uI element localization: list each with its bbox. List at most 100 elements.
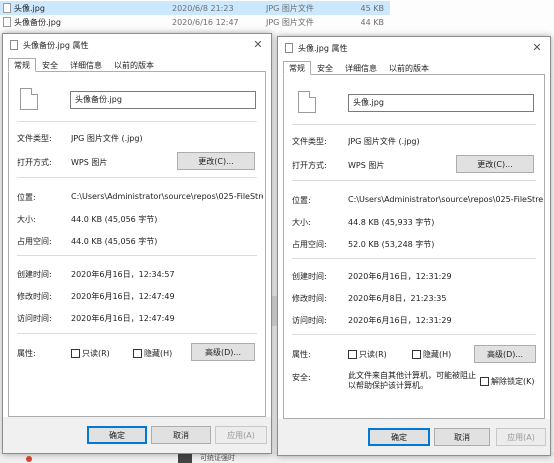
dialog-footer: 确定 取消 应用(A) <box>278 419 550 455</box>
ok-button[interactable]: 确定 <box>368 428 430 446</box>
properties-dialog-right: 头像.jpg 属性 ✕ 常规 安全 详细信息 以前的版本 头像.jpg 文件类型… <box>277 36 551 456</box>
file-size: 45 KB <box>360 3 384 13</box>
separator <box>17 333 257 334</box>
location-label: 位置: <box>292 196 311 205</box>
readonly-label: 只读(R) <box>82 349 110 358</box>
file-icon <box>10 40 18 50</box>
size-label: 大小: <box>17 215 36 224</box>
checkbox-box <box>412 350 421 359</box>
dialog-title: 头像.jpg 属性 <box>298 44 348 53</box>
hidden-label: 隐藏(H) <box>144 349 173 358</box>
file-date: 2020/6/16 12:47 <box>172 17 239 27</box>
properties-dialog-left: 头像备份.jpg 属性 ✕ 常规 安全 详细信息 以前的版本 头像备份.jpg … <box>2 33 272 454</box>
separator <box>292 334 536 335</box>
separator <box>292 180 536 181</box>
close-button[interactable]: ✕ <box>528 39 546 57</box>
unblock-checkbox[interactable]: 解除锁定(K) <box>480 376 535 387</box>
file-type-label: 文件类型: <box>292 137 327 146</box>
open-with-value: WPS 图片 <box>348 161 385 170</box>
accessed-value: 2020年6月16日，12:31:29 <box>348 316 452 325</box>
file-row[interactable]: 头像.jpg 2020/6/8 21:23 JPG 图片文件 45 KB <box>0 1 390 15</box>
security-warning-text: 此文件来自其他计算机，可能被阻止以帮助保护该计算机。 <box>348 371 476 390</box>
ok-button[interactable]: 确定 <box>87 426 147 444</box>
accessed-label: 访问时间: <box>17 314 52 323</box>
apply-button[interactable]: 应用(A) <box>496 428 546 446</box>
accessed-value: 2020年6月16日，12:47:49 <box>71 314 175 323</box>
tab-general[interactable]: 常规 <box>8 58 36 72</box>
file-name: 头像.jpg <box>14 3 45 13</box>
change-button[interactable]: 更改(C)... <box>177 152 255 170</box>
separator <box>17 121 257 122</box>
size-on-disk-value: 52.0 KB (53,248 字节) <box>348 240 435 249</box>
tab-details[interactable]: 详细信息 <box>339 61 383 75</box>
modified-value: 2020年6月8日，21:23:35 <box>348 294 447 303</box>
size-on-disk-value: 44.0 KB (45,056 字节) <box>71 237 158 246</box>
readonly-label: 只读(R) <box>359 350 387 359</box>
file-type: JPG 图片文件 <box>266 3 314 13</box>
file-type-label: 文件类型: <box>17 134 52 143</box>
hidden-label: 隐藏(H) <box>423 350 452 359</box>
created-label: 创建时间: <box>17 270 52 279</box>
open-with-value: WPS 图片 <box>71 158 108 167</box>
dialog-footer: 确定 取消 应用(A) <box>3 417 271 453</box>
file-icon <box>285 43 293 53</box>
file-icon <box>3 3 11 13</box>
file-type-value: JPG 图片文件 (.jpg) <box>348 137 420 146</box>
attributes-label: 属性: <box>292 350 311 359</box>
size-value: 44.8 KB (45,933 字节) <box>348 218 435 227</box>
tab-previous-versions[interactable]: 以前的版本 <box>383 61 435 75</box>
separator <box>17 255 257 256</box>
tab-security[interactable]: 安全 <box>36 58 64 72</box>
filename-field[interactable]: 头像.jpg <box>348 94 534 112</box>
location-value: C:\Users\Administrator\source\repos\025-… <box>71 192 263 201</box>
separator <box>292 124 536 125</box>
hidden-checkbox[interactable]: 隐藏(H) <box>133 348 172 359</box>
size-on-disk-label: 占用空间: <box>292 240 327 249</box>
cancel-button[interactable]: 取消 <box>151 426 211 444</box>
created-value: 2020年6月16日，12:31:29 <box>348 272 452 281</box>
tab-details[interactable]: 详细信息 <box>64 58 108 72</box>
tab-bar: 常规 安全 详细信息 以前的版本 <box>8 58 160 72</box>
apply-button[interactable]: 应用(A) <box>215 426 267 444</box>
filename-field[interactable]: 头像备份.jpg <box>70 91 256 109</box>
separator <box>292 258 536 259</box>
created-label: 创建时间: <box>292 272 327 281</box>
modified-label: 修改时间: <box>17 292 52 301</box>
readonly-checkbox[interactable]: 只读(R) <box>71 348 110 359</box>
advanced-button[interactable]: 高级(D)... <box>474 345 536 363</box>
modified-value: 2020年6月16日，12:47:49 <box>71 292 175 301</box>
checkbox-box <box>480 377 489 386</box>
file-date: 2020/6/8 21:23 <box>172 3 234 13</box>
general-tab-panel: 头像.jpg 文件类型: JPG 图片文件 (.jpg) 打开方式: WPS 图… <box>283 74 545 419</box>
change-button[interactable]: 更改(C)... <box>456 155 534 173</box>
hidden-checkbox[interactable]: 隐藏(H) <box>412 349 451 360</box>
size-on-disk-label: 占用空间: <box>17 237 52 246</box>
security-label: 安全: <box>292 373 311 382</box>
notification-dot-icon <box>26 456 32 462</box>
file-name: 头像备份.jpg <box>14 17 61 27</box>
file-icon <box>20 88 38 110</box>
file-icon <box>298 91 316 113</box>
dialog-titlebar[interactable]: 头像备份.jpg 属性 ✕ <box>3 34 271 56</box>
tab-general[interactable]: 常规 <box>283 61 311 75</box>
checkbox-box <box>348 350 357 359</box>
size-value: 44.0 KB (45,056 字节) <box>71 215 158 224</box>
cancel-button[interactable]: 取消 <box>434 428 490 446</box>
open-with-label: 打开方式: <box>17 158 52 167</box>
tab-security[interactable]: 安全 <box>311 61 339 75</box>
file-row[interactable]: 头像备份.jpg 2020/6/16 12:47 JPG 图片文件 44 KB <box>0 15 390 29</box>
general-tab-panel: 头像备份.jpg 文件类型: JPG 图片文件 (.jpg) 打开方式: WPS… <box>8 71 266 417</box>
background-text: 可统证强时 <box>200 454 235 462</box>
readonly-checkbox[interactable]: 只读(R) <box>348 349 387 360</box>
dialog-titlebar[interactable]: 头像.jpg 属性 ✕ <box>278 37 550 59</box>
checkbox-box <box>71 349 80 358</box>
checkbox-box <box>133 349 142 358</box>
open-with-label: 打开方式: <box>292 161 327 170</box>
file-type-value: JPG 图片文件 (.jpg) <box>71 134 143 143</box>
dialog-title: 头像备份.jpg 属性 <box>23 41 89 50</box>
close-button[interactable]: ✕ <box>249 36 267 54</box>
tab-previous-versions[interactable]: 以前的版本 <box>108 58 160 72</box>
advanced-button[interactable]: 高级(D)... <box>191 343 255 361</box>
tab-bar: 常规 安全 详细信息 以前的版本 <box>283 61 435 75</box>
location-label: 位置: <box>17 193 36 202</box>
